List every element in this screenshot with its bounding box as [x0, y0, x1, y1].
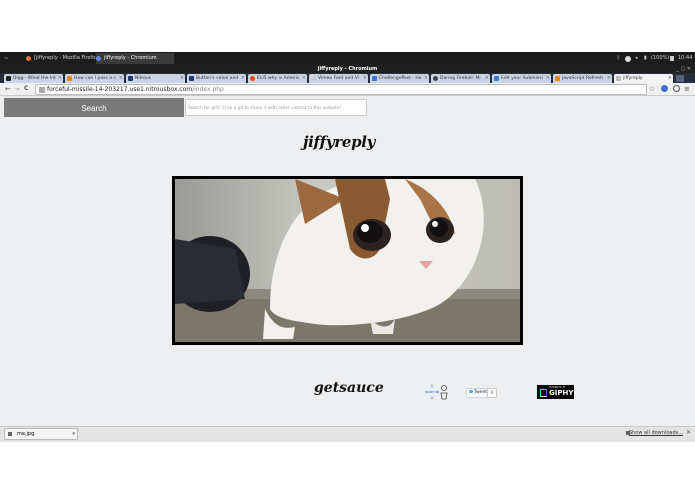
page-favicon-icon	[189, 76, 194, 81]
giphy-brand: GIPHY	[549, 389, 574, 397]
window-controls[interactable]: _ ▢ ✕	[676, 65, 691, 73]
url-host: forceful-missile-14-203217.use1.nitrousb…	[47, 86, 193, 93]
tab-vimeo[interactable]: Vimeo Font and Vi ×	[309, 74, 368, 83]
tab-reddit[interactable]: ELI5 why is Americ ×	[248, 74, 307, 83]
close-tab-icon[interactable]: ×	[607, 74, 611, 83]
taskbar-task-chromium[interactable]: jiffyreply - Chromium	[96, 53, 174, 64]
new-tab-button[interactable]	[676, 75, 684, 82]
tab-label: ChallengePost - Ha	[379, 76, 422, 81]
nitrous-favicon-icon	[128, 76, 133, 81]
page-favicon-icon	[616, 76, 621, 81]
submit-widget[interactable]: submit	[424, 383, 452, 401]
close-tab-icon[interactable]: ×	[546, 74, 550, 83]
tab-challengepost[interactable]: ChallengePost - Ha ×	[370, 74, 429, 83]
network-icon[interactable]	[670, 56, 674, 61]
show-all-downloads-link[interactable]: Show all downloads...	[629, 428, 683, 438]
app-menu-icon[interactable]: ~	[4, 52, 9, 65]
battery-level: (100%)	[651, 55, 670, 61]
site-logo[interactable]: jiffyreply	[303, 133, 375, 151]
tab-daring-fireball[interactable]: Daring Fireball: Mi ×	[431, 74, 490, 83]
search-button[interactable]: Search	[4, 98, 184, 117]
tab-stackoverflow[interactable]: How can I pass a c ×	[65, 74, 124, 83]
close-tab-icon[interactable]: ×	[363, 74, 367, 83]
stackoverflow-favicon-icon	[67, 76, 72, 81]
tweet-count: 0	[487, 388, 497, 398]
tab-strip: Digg - What the Inte × How can I pass a c…	[0, 73, 695, 83]
clock: 10:44	[678, 55, 693, 61]
url-path: /index.php	[192, 86, 224, 93]
tab-label: Vimeo Font and Vi	[318, 76, 359, 81]
chromium-icon	[96, 56, 101, 61]
reddit-favicon-icon	[250, 76, 255, 81]
page-favicon-icon	[311, 76, 316, 81]
tab-label: Edit your Submissi	[501, 76, 543, 81]
close-tab-icon[interactable]: ×	[302, 74, 306, 83]
close-tab-icon[interactable]: ×	[180, 74, 184, 83]
taskbar-task-firefox[interactable]: [jiffyreply - Mozilla Firefox]	[26, 53, 100, 64]
download-filename: me.jpg	[17, 431, 35, 437]
giphy-logo[interactable]: POWERED BY GIPHY	[537, 385, 574, 399]
system-taskbar: ~ [jiffyreply - Mozilla Firefox] jiffyre…	[0, 52, 695, 65]
bookmark-star-icon[interactable]: ☆	[649, 85, 655, 93]
volume-icon[interactable]: ◂	[635, 52, 638, 65]
challengepost-favicon-icon	[372, 76, 377, 81]
tweet-label: Tweet	[474, 390, 487, 395]
tab-label: jiffyreply	[623, 76, 643, 81]
cat-gif-image[interactable]	[175, 179, 520, 342]
tab-label: Digg - What the Inte	[13, 76, 56, 81]
close-tab-icon[interactable]: ×	[241, 74, 245, 83]
tab-nitrous[interactable]: Nitrous ×	[126, 74, 185, 83]
window-title: jiffyreply - Chromium	[317, 66, 378, 72]
extension-icon[interactable]	[661, 85, 668, 92]
tab-label: JavaScript Refresh	[562, 76, 603, 81]
tab-jiffyreply[interactable]: jiffyreply ×	[614, 74, 673, 83]
downloads-bar	[0, 426, 695, 442]
tab-javascript-refresh[interactable]: JavaScript Refresh ×	[553, 74, 612, 83]
task-label: [jiffyreply - Mozilla Firefox]	[34, 55, 100, 61]
tab-digg[interactable]: Digg - What the Inte ×	[4, 74, 63, 83]
page-info-icon[interactable]	[39, 86, 45, 93]
battery-icon[interactable]: ▮	[644, 52, 647, 65]
digg-favicon-icon	[6, 76, 11, 81]
bluetooth-icon[interactable]: ᛒ	[617, 52, 620, 65]
address-bar[interactable]: forceful-missile-14-203217.use1.nitrousb…	[35, 84, 647, 95]
reload-icon[interactable]: C	[24, 85, 28, 93]
challengepost-favicon-icon	[494, 76, 499, 81]
footer-logo[interactable]: getsauce	[314, 380, 384, 396]
close-tab-icon[interactable]: ×	[58, 74, 62, 83]
back-icon[interactable]: ←	[5, 85, 11, 93]
download-item[interactable]: me.jpg ▾	[4, 428, 78, 440]
close-tab-icon[interactable]: ×	[424, 74, 428, 83]
download-menu-icon[interactable]: ▾	[72, 429, 75, 439]
file-icon	[8, 432, 12, 436]
tab-label: How can I pass a c	[74, 76, 116, 81]
chrome-menu-icon[interactable]: ≡	[684, 85, 690, 93]
giphy-mark-icon	[540, 389, 547, 397]
daring-fireball-favicon-icon	[433, 76, 438, 81]
close-downloads-icon[interactable]: ✕	[686, 428, 691, 438]
stackoverflow-favicon-icon	[555, 76, 560, 81]
tab-label: Button's value and	[196, 76, 239, 81]
tab-label: Nitrous	[135, 76, 152, 81]
submit-label: submit	[426, 390, 439, 394]
tab-button-value[interactable]: Button's value and ×	[187, 74, 246, 83]
twitter-bird-icon	[469, 390, 473, 393]
close-tab-icon[interactable]: ×	[668, 74, 672, 83]
search-input[interactable]: Search for gifs! Click a gif to share it…	[185, 99, 367, 116]
forward-icon[interactable]: →	[14, 85, 20, 93]
firefox-icon	[26, 56, 31, 61]
tab-label: Daring Fireball: Mi	[440, 76, 481, 81]
close-tab-icon[interactable]: ×	[119, 74, 123, 83]
close-tab-icon[interactable]: ×	[485, 74, 489, 83]
tab-label: ELI5 why is Americ	[257, 76, 300, 81]
chrome-tray-icon[interactable]	[625, 56, 631, 62]
extension-icon-2[interactable]	[673, 85, 680, 92]
tab-edit-submission[interactable]: Edit your Submissi ×	[492, 74, 551, 83]
task-label: jiffyreply - Chromium	[104, 55, 157, 61]
